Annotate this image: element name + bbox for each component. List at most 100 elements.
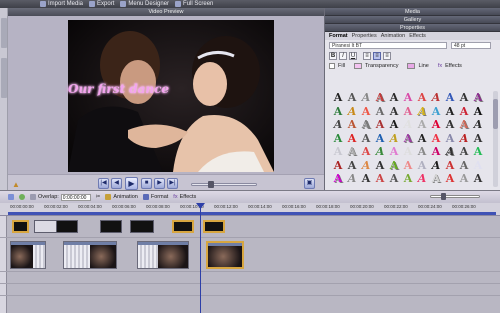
title-clip[interactable] — [12, 220, 29, 233]
title-caption[interactable]: Our first dance — [68, 82, 169, 96]
format-button[interactable]: Format — [142, 194, 168, 200]
effects-label[interactable]: Effects — [445, 63, 462, 69]
text-style-preset[interactable]: A — [457, 91, 471, 105]
text-style-preset[interactable]: A — [429, 145, 443, 159]
title-clip[interactable] — [172, 220, 194, 233]
text-style-preset[interactable]: A — [331, 105, 345, 119]
text-style-preset[interactable]: A — [359, 145, 373, 159]
next-frame-button[interactable]: ▶| — [167, 178, 178, 189]
text-style-preset[interactable]: A — [443, 91, 457, 105]
left-sidebar-tab[interactable] — [1, 58, 7, 98]
text-style-preset[interactable]: A — [373, 105, 387, 119]
text-style-preset[interactable]: A — [457, 159, 471, 173]
text-style-preset[interactable]: A — [415, 159, 429, 173]
text-style-preset[interactable]: A — [359, 172, 373, 186]
text-style-preset[interactable]: A — [359, 159, 373, 173]
forward-button[interactable]: ▶ — [154, 178, 165, 189]
text-style-preset[interactable]: A — [443, 118, 457, 132]
text-style-preset[interactable]: A — [415, 91, 429, 105]
text-style-preset[interactable]: A — [415, 118, 429, 132]
tab-format[interactable]: Format — [329, 33, 348, 39]
text-style-preset[interactable]: A — [471, 91, 485, 105]
timeline-zoom-slider[interactable] — [430, 193, 480, 200]
text-style-preset[interactable]: A — [443, 132, 457, 146]
text-style-preset[interactable]: A — [471, 105, 485, 119]
media-header[interactable]: Media — [325, 8, 500, 16]
text-style-preset[interactable]: A — [387, 105, 401, 119]
marker-button[interactable] — [19, 194, 25, 200]
text-style-preset[interactable]: A — [387, 172, 401, 186]
full-screen-button[interactable]: Full Screen — [175, 1, 213, 7]
text-style-preset[interactable]: A — [373, 118, 387, 132]
text-style-preset[interactable]: A — [471, 159, 485, 173]
track-header[interactable] — [0, 284, 7, 295]
text-style-preset[interactable]: A — [429, 159, 443, 173]
fill-checkbox[interactable] — [329, 63, 335, 69]
text-style-preset[interactable]: A — [401, 118, 415, 132]
text-style-preset[interactable]: A — [401, 145, 415, 159]
zoom-button[interactable] — [8, 194, 14, 200]
properties-header[interactable]: Properties — [325, 24, 500, 32]
text-style-preset[interactable]: A — [471, 118, 485, 132]
animation-button[interactable]: Animation — [105, 194, 138, 200]
text-style-preset[interactable]: A — [443, 159, 457, 173]
align-right-button[interactable]: ≡ — [383, 51, 391, 60]
text-style-preset[interactable]: A — [401, 172, 415, 186]
title-clip[interactable] — [130, 220, 154, 233]
text-style-preset[interactable]: A — [331, 159, 345, 173]
text-style-preset[interactable]: A — [443, 105, 457, 119]
pointer-icon[interactable]: ▲ — [12, 180, 20, 189]
gallery-header[interactable]: Gallery — [325, 16, 500, 24]
text-style-preset[interactable]: A — [387, 132, 401, 146]
title-clip[interactable] — [203, 220, 225, 233]
presets-scrollbar-thumb[interactable] — [493, 99, 498, 129]
text-style-preset[interactable]: A — [345, 118, 359, 132]
text-style-preset[interactable]: A — [373, 172, 387, 186]
text-style-preset[interactable]: A — [373, 145, 387, 159]
text-style-preset[interactable]: A — [373, 91, 387, 105]
track-header[interactable] — [0, 272, 7, 283]
seek-slider[interactable] — [191, 181, 257, 188]
text-style-preset[interactable]: A — [471, 145, 485, 159]
text-style-preset[interactable]: A — [359, 105, 373, 119]
text-style-preset[interactable]: A — [457, 118, 471, 132]
text-style-preset[interactable]: A — [401, 105, 415, 119]
text-style-preset[interactable]: A — [345, 145, 359, 159]
left-sidebar-tab[interactable] — [1, 18, 7, 48]
text-style-preset[interactable]: A — [373, 159, 387, 173]
text-style-preset[interactable]: A — [359, 91, 373, 105]
text-style-preset[interactable]: A — [471, 172, 485, 186]
text-style-preset[interactable]: A — [345, 105, 359, 119]
text-style-preset[interactable]: A — [401, 159, 415, 173]
track-header[interactable] — [0, 238, 7, 271]
text-style-preset[interactable]: A — [331, 91, 345, 105]
rewind-button[interactable]: ◀ — [111, 178, 122, 189]
previous-frame-button[interactable]: |◀ — [98, 178, 109, 189]
video-clip[interactable] — [63, 241, 117, 269]
snapshot-button[interactable]: ▣ — [304, 178, 315, 189]
font-size-select[interactable]: 48 pt — [451, 41, 491, 49]
stop-button[interactable]: ■ — [141, 178, 152, 189]
align-left-button[interactable]: ≡ — [363, 51, 371, 60]
text-style-preset[interactable]: A — [429, 172, 443, 186]
seek-handle[interactable] — [208, 181, 214, 188]
track-header[interactable] — [0, 216, 7, 237]
text-style-preset[interactable]: A — [401, 91, 415, 105]
playhead-line[interactable] — [200, 203, 201, 313]
video-clip[interactable] — [206, 241, 244, 269]
text-style-preset[interactable]: A — [387, 145, 401, 159]
tab-properties[interactable]: Properties — [352, 33, 377, 39]
text-style-preset[interactable]: A — [443, 172, 457, 186]
text-style-preset[interactable]: A — [331, 145, 345, 159]
tab-animation[interactable]: Animation — [381, 33, 405, 39]
timeline-ruler[interactable]: 00:00:00:00 00:00:02:00 00:00:04:00 00:00:0… — [0, 203, 500, 216]
tab-effects[interactable]: Effects — [409, 33, 426, 39]
text-style-preset[interactable]: A — [457, 145, 471, 159]
text-style-preset[interactable]: A — [443, 145, 457, 159]
title-clip[interactable] — [56, 220, 78, 233]
text-style-preset[interactable]: A — [331, 132, 345, 146]
bold-button[interactable]: B — [329, 51, 337, 60]
text-style-preset[interactable]: A — [415, 105, 429, 119]
text-style-preset[interactable]: A — [457, 105, 471, 119]
overlap-input[interactable]: 0:00:00:00 — [60, 193, 91, 201]
